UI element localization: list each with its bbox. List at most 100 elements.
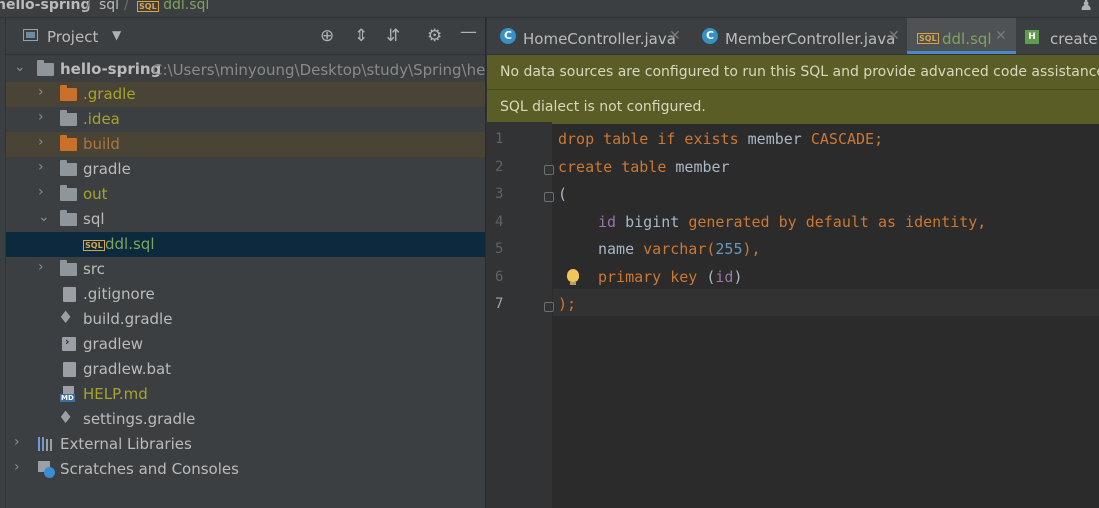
close-icon[interactable]: ✕ [888, 28, 900, 44]
tree-item-sql[interactable]: ⌄ sql [6, 207, 485, 232]
chevron-down-icon[interactable]: ⌄ [38, 209, 50, 225]
project-panel: Project ▼ ⊕ ⇕ ⇵ ⚙ — ⌄ hello-spring C:\Us… [6, 18, 485, 508]
line-number: 3 [495, 186, 504, 202]
folder-icon [60, 260, 77, 276]
chevron-right-icon[interactable]: › [38, 134, 44, 150]
tree-item-label: ddl.sql [105, 235, 155, 253]
project-panel-header: Project ▼ ⊕ ⇕ ⇵ ⚙ — [6, 18, 485, 55]
chevron-down-icon[interactable]: ▼ [112, 28, 121, 42]
excluded-folder-icon [60, 135, 77, 151]
tab-home-controller[interactable]: C HomeController.java ✕ [487, 18, 690, 54]
sql-dialect-banner: SQL dialect is not configured. [487, 89, 1099, 124]
breadcrumb-folder[interactable]: sql [99, 0, 119, 13]
libraries-icon [38, 437, 55, 451]
tab-label: ddl.sql [942, 30, 992, 48]
line-number: 6 [495, 269, 504, 285]
line-number: 2 [495, 159, 504, 175]
chevron-right-icon[interactable]: › [38, 259, 44, 275]
excluded-folder-icon [60, 85, 77, 101]
editor-panel: C HomeController.java ✕ C MemberControll… [486, 18, 1099, 508]
chevron-right-icon[interactable]: › [38, 159, 44, 175]
gradle-elephant-icon: ♦ [58, 408, 74, 428]
line-number-gutter: 1 2 3 4 5 6 7 [487, 122, 554, 508]
folder-icon [60, 185, 77, 201]
banner-text: SQL dialect is not configured. [500, 99, 706, 115]
tree-item-label: gradlew.bat [83, 360, 172, 378]
tree-item-ddl-sql[interactable]: SQL ddl.sql [6, 232, 485, 257]
code-line-6: primary key (id) [598, 268, 743, 286]
user-icon[interactable]: ♟ [1080, 0, 1093, 14]
code-line-1: drop table if exists member CASCADE; [558, 130, 884, 148]
tab-member-controller[interactable]: C MemberController.java ✕ [690, 18, 906, 54]
tree-item-scratches[interactable]: › Scratches and Consoles [6, 457, 485, 482]
collapse-all-icon[interactable]: ⇵ [386, 26, 400, 46]
chevron-right-icon[interactable]: › [38, 184, 44, 200]
no-data-source-banner: No data sources are configured to run th… [487, 55, 1099, 89]
line-number: 7 [495, 296, 504, 312]
breadcrumb-file-label: ddl.sql [163, 0, 210, 13]
tree-item-gradlew-bat[interactable]: gradlew.bat [6, 357, 485, 382]
folder-icon [60, 210, 77, 226]
tree-item-label: .idea [83, 110, 120, 128]
tab-label: createM [1050, 30, 1099, 48]
minimize-icon[interactable]: — [460, 22, 477, 42]
tree-item-src[interactable]: › src [6, 257, 485, 282]
chevron-down-icon[interactable]: ⌄ [14, 59, 26, 75]
close-icon[interactable]: ✕ [995, 28, 1007, 44]
tree-item-label: settings.gradle [83, 410, 196, 428]
tree-root-hello-spring[interactable]: ⌄ hello-spring C:\Users\minyoung\Desktop… [6, 57, 485, 82]
tree-item-gradle[interactable]: › gradle [6, 157, 485, 182]
scratches-icon [38, 461, 56, 478]
tree-item-build-gradle[interactable]: ♦ build.gradle [6, 307, 485, 332]
folder-icon [60, 110, 77, 126]
project-view-selector[interactable]: Project [47, 28, 98, 46]
html-file-icon: H [1025, 30, 1039, 44]
code-line-3: ( [558, 185, 568, 203]
chevron-right-icon[interactable]: › [14, 459, 20, 475]
sql-file-icon: SQL [137, 1, 159, 12]
line-number: 1 [495, 131, 504, 147]
line-number: 4 [495, 214, 504, 230]
tree-item-out[interactable]: › out [6, 182, 485, 207]
module-folder-icon [37, 60, 54, 76]
ignore-file-icon [63, 287, 76, 302]
code-line-5: name varchar(255), [598, 240, 761, 258]
tree-item-label: src [83, 260, 105, 278]
tree-item-idea[interactable]: › .idea [6, 107, 485, 132]
tree-item-gradlew[interactable]: › gradlew [6, 332, 485, 357]
tree-item-settings-gradle[interactable]: ♦ settings.gradle [6, 407, 485, 432]
line-number: 5 [495, 241, 504, 257]
navigation-bar: hello-spring / sql / SQL ddl.sql ♟ [0, 0, 1099, 18]
tree-item-help-md[interactable]: MD HELP.md [6, 382, 485, 407]
chevron-right-icon[interactable]: › [38, 109, 44, 125]
tree-item-build[interactable]: › build [6, 132, 485, 157]
locate-icon[interactable]: ⊕ [320, 26, 334, 46]
code-line-4: id bigint generated by default as identi… [598, 213, 987, 231]
tab-create-member[interactable]: H createM [1017, 18, 1099, 54]
tree-item-gitignore[interactable]: .gitignore [6, 282, 485, 307]
text-file-icon [63, 362, 76, 377]
tree-item-label: build.gradle [83, 310, 173, 328]
markdown-file-icon: MD [60, 386, 77, 402]
code-line-2: create table member [558, 158, 730, 176]
chevron-right-icon[interactable]: › [38, 84, 44, 100]
gradle-elephant-icon: ♦ [58, 308, 74, 328]
code-line-7: ); [558, 295, 577, 313]
tab-ddl-sql[interactable]: SQL ddl.sql ✕ [907, 18, 1016, 54]
code-editor[interactable]: drop table if exists member CASCADE; cre… [553, 122, 1099, 508]
breadcrumb-file[interactable]: SQL ddl.sql [137, 0, 209, 13]
expand-all-icon[interactable]: ⇕ [354, 26, 368, 46]
project-view-icon [23, 29, 38, 41]
tree-root-label: hello-spring [60, 60, 162, 78]
close-icon[interactable]: ✕ [669, 28, 681, 44]
tree-item-external-libraries[interactable]: › External Libraries [6, 432, 485, 457]
chevron-right-icon[interactable]: › [14, 434, 20, 450]
tree-item-label: HELP.md [83, 385, 148, 403]
tree-item-gradle-cache[interactable]: › .gradle [6, 82, 485, 107]
tree-item-label: gradlew [83, 335, 144, 353]
tree-item-label: Scratches and Consoles [60, 460, 239, 478]
editor-tab-bar: C HomeController.java ✕ C MemberControll… [487, 18, 1099, 55]
breadcrumb-project[interactable]: hello-spring [0, 0, 91, 13]
gear-icon[interactable]: ⚙ [427, 26, 442, 46]
tab-label: HomeController.java [523, 30, 676, 48]
